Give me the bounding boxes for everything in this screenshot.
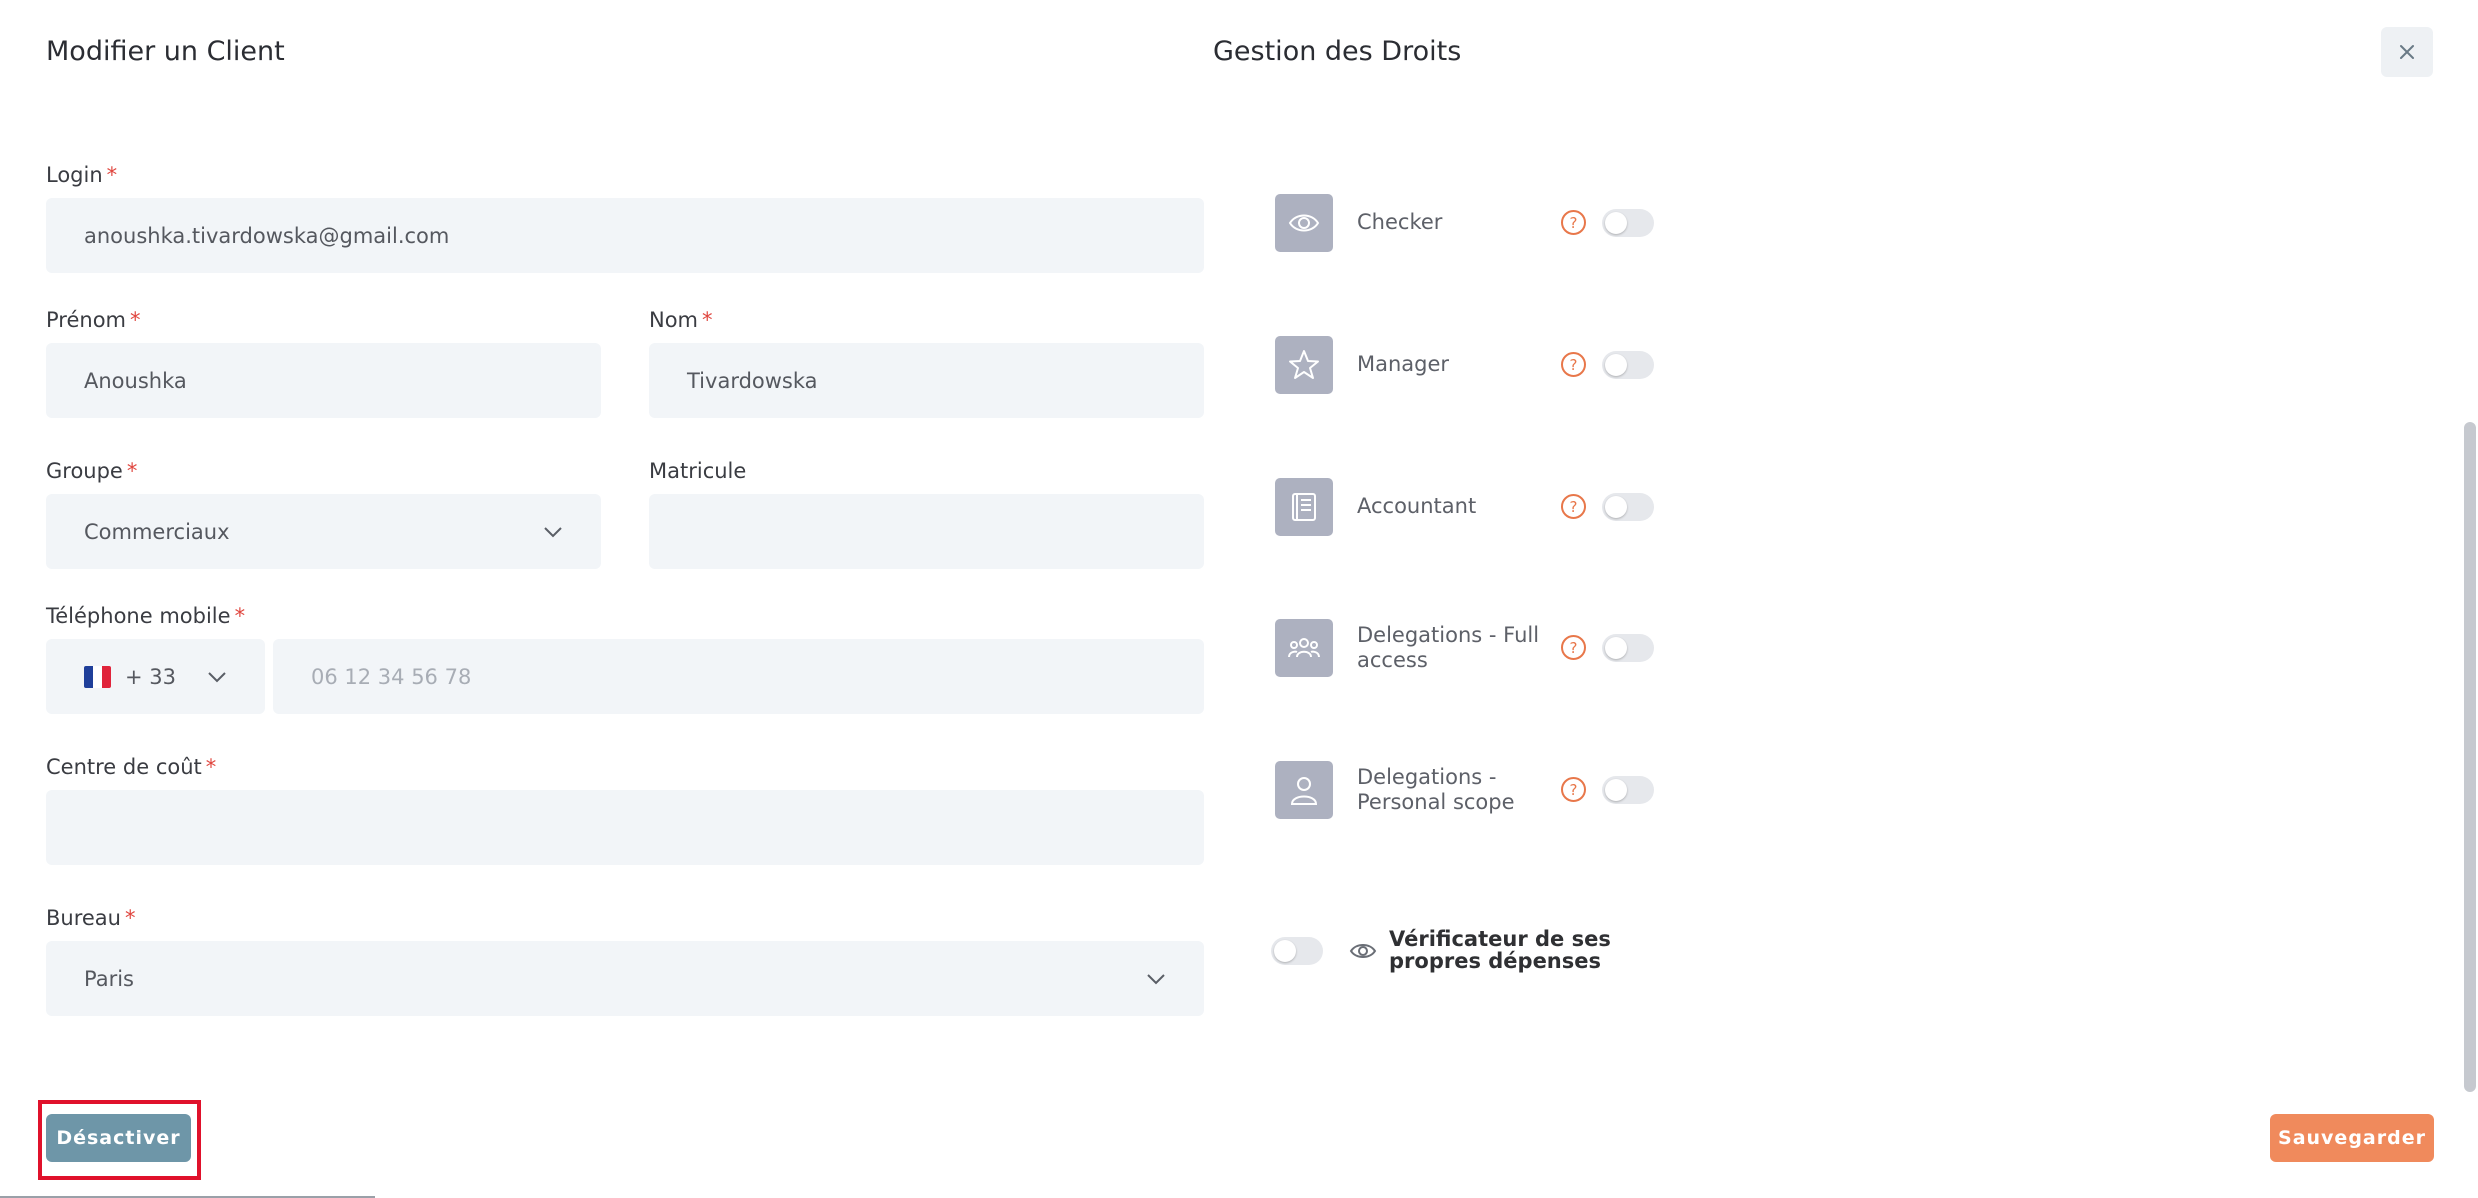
toggle-self-verifier[interactable] [1271, 937, 1323, 965]
nom-field[interactable]: Tivardowska [649, 343, 1204, 418]
login-field[interactable]: anoushka.tivardowska@gmail.com [46, 198, 1204, 273]
groupe-select[interactable]: Commerciaux [46, 494, 601, 569]
chevron-down-icon [1147, 973, 1165, 984]
eye-icon [1349, 944, 1377, 958]
bureau-value: Paris [84, 966, 134, 991]
user-icon [1275, 761, 1333, 819]
bureau-label: Bureau * [46, 906, 136, 930]
phone-input[interactable]: 06 12 34 56 78 [273, 639, 1204, 714]
scrollbar[interactable] [2464, 422, 2476, 1092]
permission-delegations-personal-label: Delegations - Personal scope [1357, 765, 1515, 814]
help-icon[interactable]: ? [1560, 351, 1587, 378]
save-button[interactable]: Sauvegarder [2270, 1114, 2434, 1162]
centre-cout-field[interactable] [46, 790, 1204, 865]
svg-text:?: ? [1570, 498, 1578, 516]
close-icon [2400, 45, 2414, 59]
country-code-select[interactable]: + 33 [46, 639, 265, 714]
help-icon[interactable]: ? [1560, 634, 1587, 661]
nom-label: Nom * [649, 308, 713, 332]
toggle-delegations-personal[interactable] [1602, 776, 1654, 804]
login-value: anoushka.tivardowska@gmail.com [84, 223, 450, 248]
toggle-accountant[interactable] [1602, 493, 1654, 521]
star-icon [1275, 336, 1333, 394]
toggle-checker[interactable] [1602, 209, 1654, 237]
chevron-down-icon [544, 526, 562, 537]
svg-text:?: ? [1570, 639, 1578, 657]
form-title: Modifier un Client [46, 36, 285, 67]
groupe-value: Commerciaux [84, 519, 230, 544]
centre-cout-label: Centre de coût * [46, 755, 217, 779]
permission-accountant [1275, 478, 1333, 536]
login-label: Login * [46, 163, 118, 187]
permission-accountant-label: Accountant [1357, 494, 1477, 518]
phone-placeholder: 06 12 34 56 78 [311, 664, 472, 689]
chevron-down-icon [208, 671, 226, 682]
permission-manager [1275, 336, 1333, 394]
permission-delegations-full [1275, 619, 1333, 677]
help-icon[interactable]: ? [1560, 209, 1587, 236]
highlight-box [38, 1100, 201, 1180]
close-button[interactable] [2381, 27, 2433, 77]
nom-value: Tivardowska [687, 368, 818, 393]
prenom-value: Anoushka [84, 368, 187, 393]
svg-text:?: ? [1570, 356, 1578, 374]
prenom-label: Prénom * [46, 308, 141, 332]
svg-text:?: ? [1570, 781, 1578, 799]
permission-delegations-personal [1275, 761, 1333, 819]
permission-checker [1275, 194, 1333, 252]
matricule-label: Matricule [649, 459, 747, 483]
self-verifier-label: Vérificateur de ses propres dépenses [1389, 927, 1611, 973]
groupe-label: Groupe * [46, 459, 138, 483]
book-icon [1275, 478, 1333, 536]
permission-checker-label: Checker [1357, 210, 1443, 234]
bureau-select[interactable]: Paris [46, 941, 1204, 1016]
help-icon[interactable]: ? [1560, 493, 1587, 520]
country-code-value: + 33 [125, 664, 176, 689]
users-icon [1275, 619, 1333, 677]
eye-icon [1275, 194, 1333, 252]
permission-manager-label: Manager [1357, 352, 1450, 376]
permission-delegations-full-label: Delegations - Full access [1357, 623, 1540, 672]
toggle-delegations-full[interactable] [1602, 634, 1654, 662]
prenom-field[interactable]: Anoushka [46, 343, 601, 418]
telephone-label: Téléphone mobile * [46, 604, 246, 628]
matricule-field[interactable] [649, 494, 1204, 569]
svg-text:?: ? [1570, 214, 1578, 232]
toggle-manager[interactable] [1602, 351, 1654, 379]
france-flag-icon [84, 665, 111, 688]
rights-title: Gestion des Droits [1213, 36, 1462, 67]
help-icon[interactable]: ? [1560, 776, 1587, 803]
